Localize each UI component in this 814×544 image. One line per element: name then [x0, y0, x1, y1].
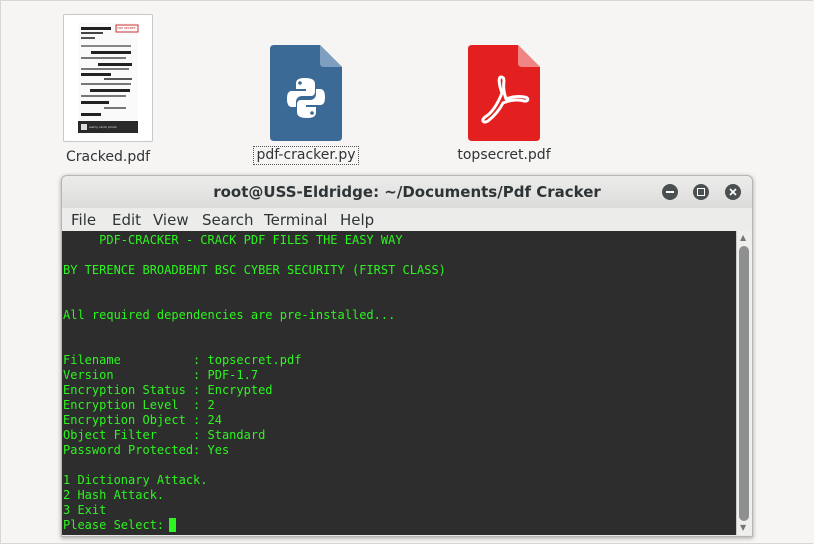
minimize-button[interactable] [662, 184, 678, 200]
scroll-down-icon[interactable]: ▼ [740, 523, 746, 533]
maximize-icon [697, 188, 705, 196]
terminal-output[interactable]: PDF-CRACKER - CRACK PDF FILES THE EASY W… [62, 231, 736, 535]
terminal-window[interactable]: root@USS-Eldridge: ~/Documents/Pdf Crack… [61, 175, 753, 537]
close-button[interactable] [725, 184, 741, 200]
pdf-thumbnail-icon: TOP SECRET alamy stock photo [63, 14, 153, 142]
terminal-line: Password Protected: Yes [63, 443, 230, 457]
terminal-line: Version : PDF-1.7 [63, 368, 259, 382]
scrollbar[interactable]: ▲ ▼ [736, 231, 752, 535]
menu-help[interactable]: Help [340, 211, 374, 229]
terminal-line: Object Filter : Standard [63, 428, 266, 442]
python-file-icon [270, 45, 342, 141]
thumbnail-watermark: alamy stock photo [89, 125, 117, 129]
maximize-button[interactable] [693, 184, 709, 200]
file-topsecret-pdf[interactable]: topsecret.pdf [444, 45, 564, 164]
file-pdf-cracker-py[interactable]: pdf-cracker.py [246, 45, 366, 165]
close-icon [729, 188, 737, 196]
terminal-line: Filename : topsecret.pdf [63, 353, 302, 367]
scrollbar-thumb[interactable] [739, 246, 749, 521]
menu-file[interactable]: File [71, 211, 96, 229]
thumbnail-stamp: TOP SECRET [117, 26, 136, 30]
menu-bar: File Edit View Search Terminal Help [62, 208, 752, 232]
terminal-line: Encryption Status : Encrypted [63, 383, 273, 397]
terminal-line: 2 Hash Attack. [63, 488, 165, 502]
file-cracked-pdf[interactable]: TOP SECRET alamy stock photo Cracked.pdf [58, 14, 158, 166]
title-bar[interactable]: root@USS-Eldridge: ~/Documents/Pdf Crack… [62, 176, 752, 208]
menu-view[interactable]: View [153, 211, 189, 229]
terminal-line: 3 Exit [63, 503, 107, 517]
menu-terminal[interactable]: Terminal [264, 211, 327, 229]
terminal-line: PDF-CRACKER - CRACK PDF FILES THE EASY W… [63, 233, 403, 247]
text-cursor [169, 518, 176, 532]
terminal-line: 1 Dictionary Attack. [63, 473, 208, 487]
file-label: Cracked.pdf [65, 149, 151, 165]
scroll-up-icon[interactable]: ▲ [740, 233, 746, 243]
file-label: pdf-cracker.py [253, 146, 359, 165]
minimize-icon [666, 191, 674, 193]
terminal-line: All required dependencies are pre-instal… [63, 308, 396, 322]
window-title: root@USS-Eldridge: ~/Documents/Pdf Crack… [213, 183, 601, 201]
file-label: topsecret.pdf [457, 147, 551, 163]
pdf-file-icon [468, 45, 540, 141]
menu-edit[interactable]: Edit [112, 211, 141, 229]
terminal-prompt: Please Select: [63, 518, 172, 532]
terminal-line: Encryption Level : 2 [63, 398, 215, 412]
menu-search[interactable]: Search [202, 211, 254, 229]
terminal-line: BY TERENCE BROADBENT BSC CYBER SECURITY … [63, 263, 446, 277]
terminal-line: Encryption Object : 24 [63, 413, 222, 427]
